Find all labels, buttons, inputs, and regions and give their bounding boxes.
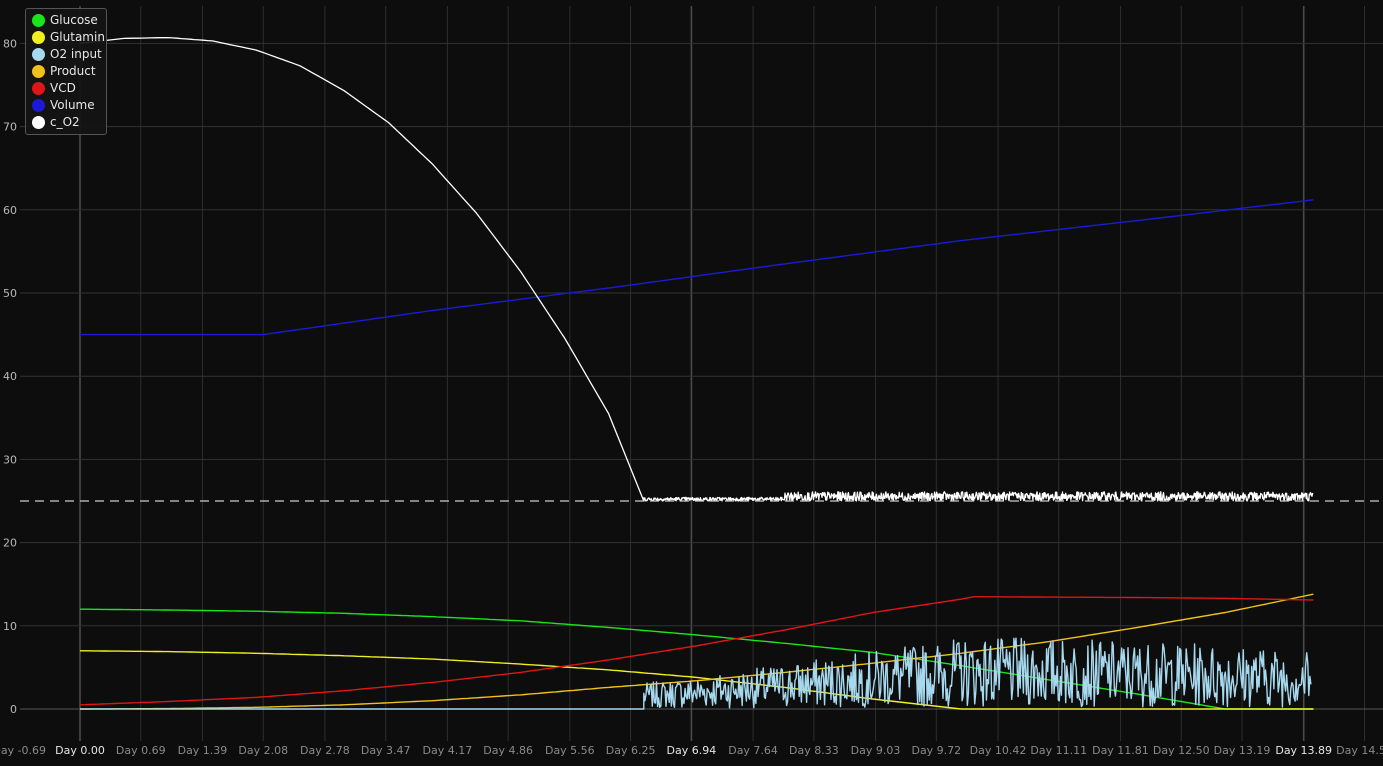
x-tick-label: Day 2.78 xyxy=(300,744,350,757)
y-tick-label: 50 xyxy=(3,287,17,300)
legend-swatch xyxy=(32,31,45,44)
plot-area[interactable]: 0 10 20 30 40 50 60 70 80 Day -0.69 Day 0.00 Day 0.… xyxy=(0,0,1383,766)
legend-label: Glucose xyxy=(50,13,98,27)
x-tick-label: Day 10.42 xyxy=(970,744,1027,757)
x-tick-label: Day 6.25 xyxy=(606,744,656,757)
x-tick-label: Day 4.86 xyxy=(483,744,533,757)
legend-label: c_O2 xyxy=(50,115,80,129)
legend-item[interactable]: Glutamin xyxy=(26,29,106,46)
legend-label: Glutamin xyxy=(50,30,105,44)
legend-item[interactable]: VCD xyxy=(26,80,106,97)
x-tick-label: Day 13.89 xyxy=(1275,744,1332,757)
plot-background xyxy=(20,6,1383,741)
x-tick-label: Day 3.47 xyxy=(361,744,411,757)
x-tick-label: Day 1.39 xyxy=(178,744,228,757)
legend-swatch xyxy=(32,65,45,78)
legend-label: Product xyxy=(50,64,96,78)
legend-label: Volume xyxy=(50,98,95,112)
y-tick-label: 20 xyxy=(3,537,17,550)
legend-item[interactable]: O2 input xyxy=(26,46,106,63)
y-tick-label: 60 xyxy=(3,204,17,217)
legend-swatch xyxy=(32,116,45,129)
legend-swatch xyxy=(32,14,45,27)
legend: Glucose Glutamin O2 input Product VCD Volume c… xyxy=(25,8,107,135)
legend-swatch xyxy=(32,48,45,61)
legend-item[interactable]: Volume xyxy=(26,97,106,114)
y-tick-label: 30 xyxy=(3,453,17,466)
x-tick-label: Day 14.58 xyxy=(1336,744,1383,757)
y-tick-label: 0 xyxy=(10,703,17,716)
x-tick-label: Day 11.11 xyxy=(1030,744,1087,757)
y-tick-label: 70 xyxy=(3,121,17,134)
x-tick-label: Day 4.17 xyxy=(423,744,473,757)
x-tick-label: Day 12.50 xyxy=(1153,744,1210,757)
chart: 0 10 20 30 40 50 60 70 80 Day -0.69 Day 0.00 Day 0.… xyxy=(0,0,1383,766)
y-tick-label: 40 xyxy=(3,370,17,383)
x-tick-label: Day 9.72 xyxy=(911,744,961,757)
x-tick-label: Day 2.08 xyxy=(238,744,288,757)
y-tick-label: 10 xyxy=(3,620,17,633)
x-tick-label: Day 6.94 xyxy=(667,744,717,757)
y-tick-label: 80 xyxy=(3,37,17,50)
x-tick-label: Day 7.64 xyxy=(728,744,778,757)
x-tick-label: Day 0.69 xyxy=(116,744,166,757)
x-tick-label: Day 13.19 xyxy=(1214,744,1271,757)
x-tick-label: Day 11.81 xyxy=(1092,744,1149,757)
legend-item[interactable]: Glucose xyxy=(26,12,106,29)
x-tick-label: Day 8.33 xyxy=(789,744,839,757)
x-tick-label: Day 0.00 xyxy=(55,744,105,757)
legend-item[interactable]: c_O2 xyxy=(26,114,106,131)
x-tick-label: Day 5.56 xyxy=(545,744,595,757)
legend-swatch xyxy=(32,99,45,112)
legend-label: VCD xyxy=(50,81,76,95)
legend-label: O2 input xyxy=(50,47,102,61)
legend-item[interactable]: Product xyxy=(26,63,106,80)
x-tick-label: Day 9.03 xyxy=(851,744,901,757)
legend-swatch xyxy=(32,82,45,95)
x-tick-label: Day -0.69 xyxy=(0,744,46,757)
